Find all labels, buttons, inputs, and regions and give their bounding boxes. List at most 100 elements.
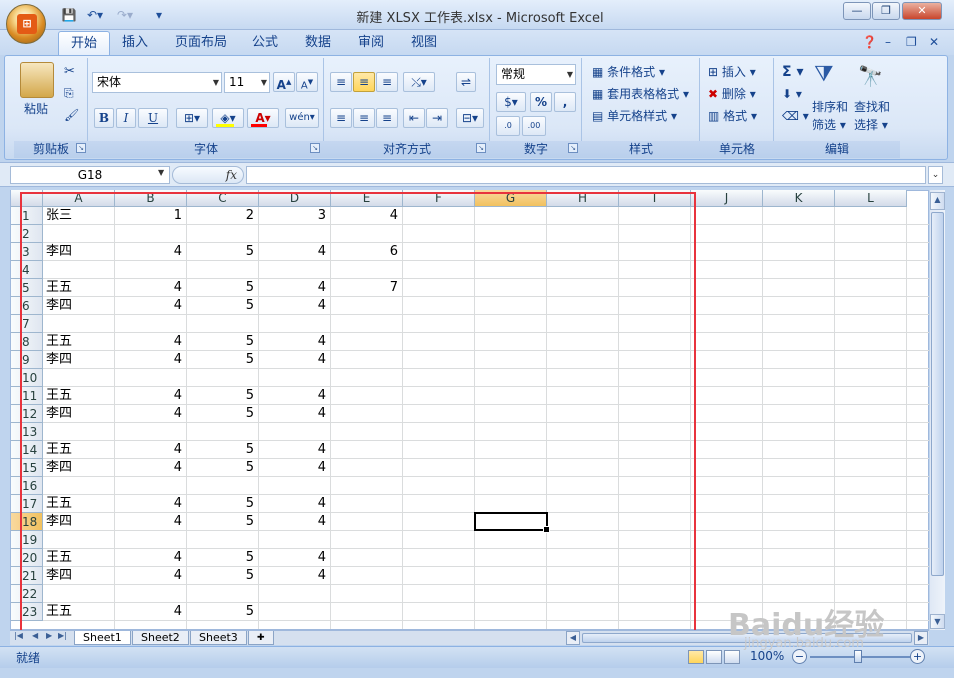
paste-icon[interactable] [20, 62, 54, 98]
alignment-group-label: 对齐方式 [324, 141, 490, 158]
first-sheet-icon[interactable]: |◀ [14, 631, 23, 640]
autosum-button[interactable]: Σ ▾ [782, 63, 803, 81]
redo-icon[interactable]: ↷▾ [112, 6, 138, 24]
column-header-J[interactable]: J [691, 190, 763, 207]
number-launcher-icon[interactable]: ↘ [568, 143, 578, 153]
scroll-up-button[interactable]: ▲ [930, 192, 945, 210]
format-as-table-button[interactable]: ▦ 套用表格格式 ▾ [592, 85, 689, 103]
format-painter-icon[interactable]: 🖌 [64, 108, 79, 122]
ribbon-minimize-icon[interactable]: – [885, 35, 891, 49]
sheet-tab-1[interactable]: Sheet1 [74, 631, 131, 645]
find-select-icon[interactable]: 🔭 [858, 64, 883, 88]
align-bottom-button[interactable]: ≡ [376, 72, 398, 92]
zoom-slider-thumb[interactable] [854, 650, 862, 663]
scroll-left-button[interactable]: ◀ [566, 631, 580, 645]
tab-view[interactable]: 视图 [399, 31, 449, 55]
scroll-right-button[interactable]: ▶ [914, 631, 928, 645]
zoom-out-button[interactable]: − [792, 649, 807, 664]
copy-icon[interactable]: ⎘ [64, 86, 74, 101]
eraser-icon: ⌫ [782, 109, 799, 123]
number-format-combo[interactable]: 常规 ▼ [496, 64, 576, 85]
insert-cells-button[interactable]: ⊞ 插入 ▾ [708, 63, 756, 81]
align-right-button[interactable]: ≡ [376, 108, 398, 128]
merge-center-button[interactable]: ⊟▾ [456, 108, 484, 128]
tab-data[interactable]: 数据 [293, 31, 343, 55]
align-center-button[interactable]: ≡ [353, 108, 375, 128]
percent-button[interactable]: % [530, 92, 552, 112]
office-button[interactable]: ⊞ [6, 4, 46, 44]
tab-formulas[interactable]: 公式 [240, 31, 290, 55]
minimize-button[interactable]: — [843, 2, 871, 20]
shrink-font-button[interactable]: A▼ [296, 72, 318, 92]
bold-button[interactable]: B [94, 108, 114, 128]
sort-filter-label-1[interactable]: 排序和 [812, 98, 848, 116]
align-top-button[interactable]: ≡ [330, 72, 352, 92]
normal-view-icon[interactable] [688, 650, 704, 664]
customize-qat-icon[interactable]: ▾ [152, 6, 166, 24]
accounting-format-button[interactable]: $▾ [496, 92, 526, 112]
last-sheet-icon[interactable]: ▶| [58, 631, 67, 640]
fill-button[interactable]: ⬇ ▾ [782, 85, 802, 103]
format-cells-button[interactable]: ▥ 格式 ▾ [708, 107, 757, 125]
page-break-view-icon[interactable] [724, 650, 740, 664]
cut-icon[interactable]: ✂ [64, 64, 75, 79]
tab-home[interactable]: 开始 [58, 31, 111, 56]
formula-input[interactable] [246, 166, 926, 184]
sheet-tab-2[interactable]: Sheet2 [132, 631, 189, 645]
italic-button[interactable]: I [116, 108, 136, 128]
zoom-level[interactable]: 100% [750, 649, 784, 663]
align-left-button[interactable]: ≡ [330, 108, 352, 128]
save-icon[interactable]: 💾 [60, 6, 78, 24]
grow-font-button[interactable]: A▲ [273, 72, 295, 92]
borders-button[interactable]: ⊞▾ [176, 108, 208, 128]
align-middle-button[interactable]: ≡ [353, 72, 375, 92]
clear-button[interactable]: ⌫ ▾ [782, 107, 809, 125]
sort-filter-label-2[interactable]: 筛选 ▾ [812, 116, 846, 134]
decrease-indent-button[interactable]: ⇤ [403, 108, 425, 128]
wrap-text-button[interactable]: ⇌ [456, 72, 476, 92]
sheet-tab-3[interactable]: Sheet3 [190, 631, 247, 645]
underline-button[interactable]: U [138, 108, 168, 128]
insert-function-button[interactable]: fx [172, 166, 244, 184]
increase-indent-button[interactable]: ⇥ [426, 108, 448, 128]
column-header-L[interactable]: L [835, 190, 907, 207]
increase-decimal-button[interactable]: .0 [496, 116, 520, 136]
clipboard-launcher-icon[interactable]: ↘ [76, 143, 86, 153]
prev-sheet-icon[interactable]: ◀ [32, 631, 38, 640]
font-name-combo[interactable]: 宋体 ▼ [92, 72, 222, 93]
paste-button[interactable]: 粘贴 [24, 100, 48, 118]
alignment-launcher-icon[interactable]: ↘ [476, 143, 486, 153]
column-header-K[interactable]: K [763, 190, 835, 207]
name-box-dropdown-icon[interactable]: ▼ [158, 168, 164, 177]
orientation-button[interactable]: ⤯▾ [403, 72, 435, 92]
tab-insert[interactable]: 插入 [110, 31, 160, 55]
find-select-label-2[interactable]: 选择 ▾ [854, 116, 888, 134]
help-icon[interactable]: ❓ [862, 35, 877, 49]
delete-cells-button[interactable]: ✖ 删除 ▾ [708, 85, 756, 103]
sort-filter-icon[interactable]: ⧩ [814, 62, 834, 87]
scroll-down-button[interactable]: ▼ [930, 614, 945, 629]
expand-formula-bar-icon[interactable]: ⌄ [928, 166, 943, 184]
conditional-format-button[interactable]: ▦ 条件格式 ▾ [592, 63, 665, 81]
font-size-combo[interactable]: 11 ▼ [224, 72, 270, 93]
comma-button[interactable]: , [554, 92, 576, 112]
decrease-decimal-button[interactable]: .00 [522, 116, 546, 136]
ribbon-restore-icon[interactable]: ❐ [906, 35, 917, 49]
page-layout-view-icon[interactable] [706, 650, 722, 664]
find-select-label-1[interactable]: 查找和 [854, 98, 890, 116]
vertical-scroll-thumb[interactable] [931, 212, 944, 576]
phonetic-button[interactable]: wén▾ [285, 108, 319, 128]
font-name-value: 宋体 [97, 75, 122, 89]
tab-review[interactable]: 审阅 [346, 31, 396, 55]
next-sheet-icon[interactable]: ▶ [46, 631, 52, 640]
undo-icon[interactable]: ↶▾ [82, 6, 108, 24]
zoom-in-button[interactable]: + [910, 649, 925, 664]
insert-sheet-icon[interactable]: ✚ [248, 631, 274, 645]
tab-page-layout[interactable]: 页面布局 [163, 31, 239, 55]
font-launcher-icon[interactable]: ↘ [310, 143, 320, 153]
cell-styles-button[interactable]: ▤ 单元格样式 ▾ [592, 107, 677, 125]
restore-button[interactable]: ❐ [872, 2, 900, 20]
name-box[interactable]: G18 [10, 166, 170, 184]
ribbon-close-icon[interactable]: ✕ [929, 35, 939, 49]
close-button[interactable]: ✕ [902, 2, 942, 20]
